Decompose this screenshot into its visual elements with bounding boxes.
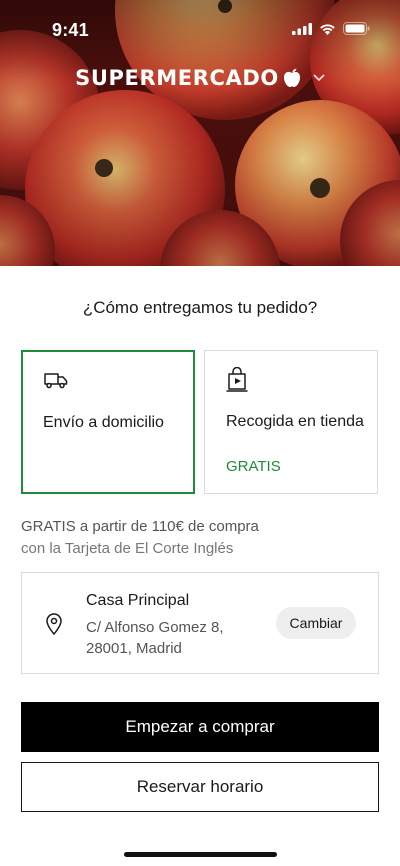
store-bag-icon [226,367,248,392]
promo-line-1: GRATIS a partir de 110€ de compra [21,518,259,535]
hero-banner: 9:41 SUPERMERCADO [0,0,400,266]
battery-icon [343,22,370,35]
start-shopping-button[interactable]: Empezar a comprar [21,702,379,752]
free-badge: GRATIS [226,458,281,475]
apple-logo-icon [283,68,300,87]
address-line-2: 28001, Madrid [86,640,182,657]
change-address-button[interactable]: Cambiar [276,607,356,639]
reserve-slot-button[interactable]: Reservar horario [21,762,379,812]
status-bar: 9:41 [0,0,400,60]
status-icons [292,22,370,35]
home-indicator[interactable] [124,852,277,857]
truck-icon [44,373,68,389]
promo-text: GRATIS a partir de 110€ de compra con la… [21,518,381,557]
brand-logo-text: SUPERMERCADO [75,66,279,90]
option-store-pickup[interactable]: Recogida en tienda GRATIS [204,350,378,494]
option-store-label: Recogida en tienda [226,413,364,430]
status-time: 9:41 [52,20,89,40]
wifi-icon [320,23,335,35]
chevron-down-icon [313,74,325,82]
location-pin-icon [46,613,62,635]
option-home-delivery[interactable]: Envío a domicilio [21,350,195,494]
brand-selector[interactable]: SUPERMERCADO [0,66,400,90]
promo-line-2: con la Tarjeta de El Corte Inglés [21,540,234,557]
address-line-1: C/ Alfonso Gomez 8, [86,619,224,636]
address-card: Casa Principal C/ Alfonso Gomez 8, 28001… [21,572,379,674]
cellular-signal-icon [292,22,312,35]
address-name: Casa Principal [86,592,190,609]
option-home-label: Envío a domicilio [43,414,164,431]
delivery-question: ¿Cómo entregamos tu pedido? [82,298,318,317]
